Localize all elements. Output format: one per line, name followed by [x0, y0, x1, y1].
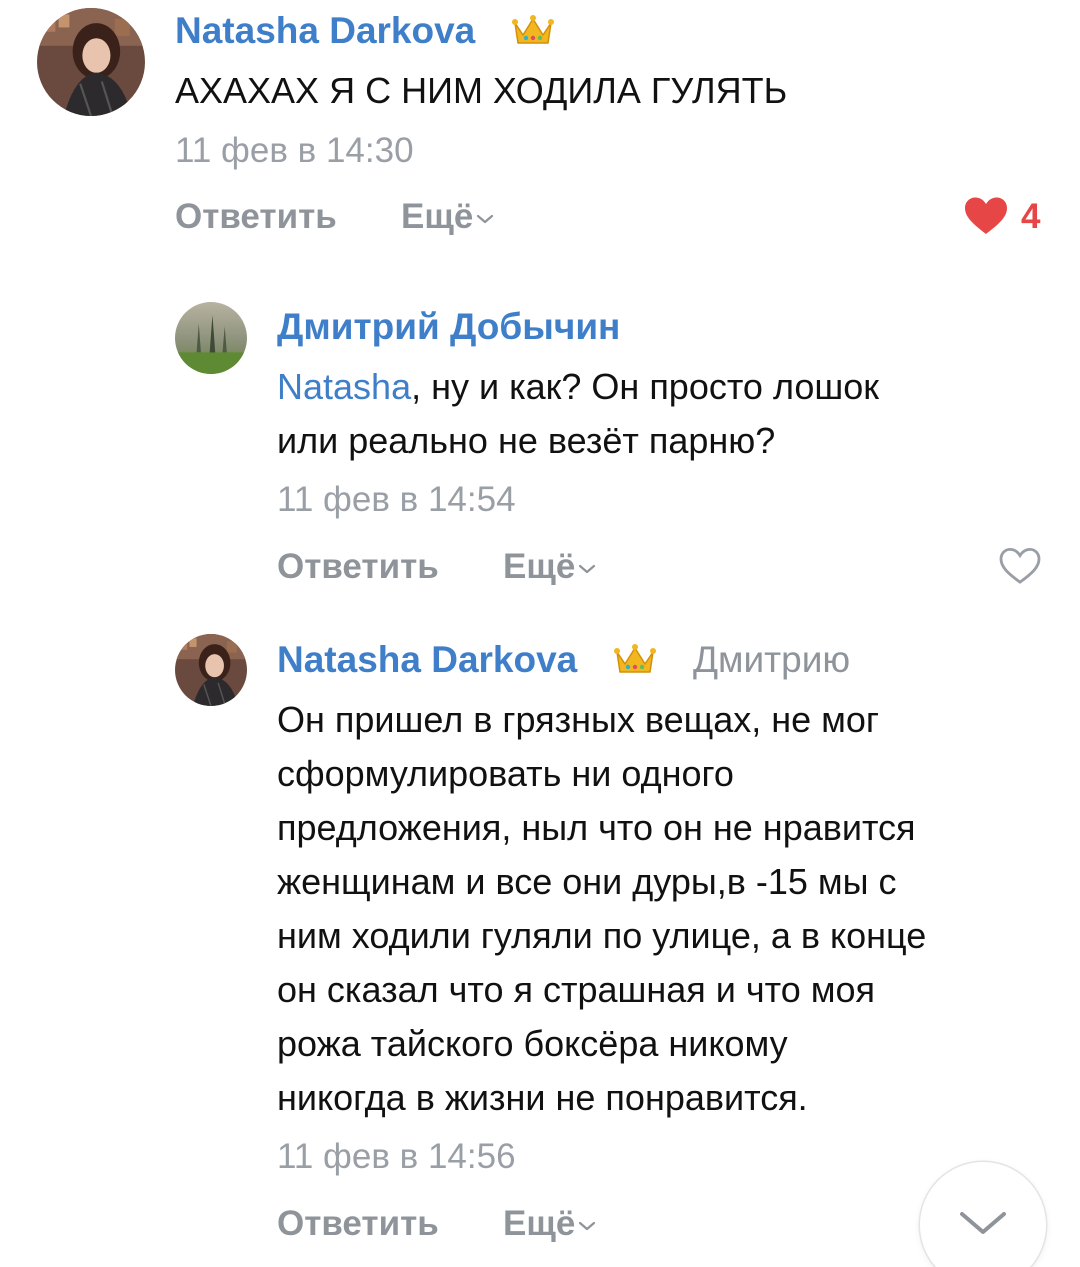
- more-button[interactable]: Ещё: [503, 1202, 596, 1246]
- reply-button[interactable]: Ответить: [175, 195, 337, 239]
- comment-text: АХАХАХ Я С НИМ ХОДИЛА ГУЛЯТЬ: [175, 64, 787, 118]
- comment-text-line: никогда в жизни не понравится.: [277, 1077, 808, 1118]
- comment-text-line: ним ходили гуляли по улице, а в конце: [277, 915, 927, 956]
- comment-text-line: предложения, ныл что он не нравится: [277, 807, 916, 848]
- comment-text-line: Natasha, ну и как? Он просто лошок: [277, 360, 879, 414]
- reply-button[interactable]: Ответить: [277, 545, 439, 589]
- comment-text-line: он сказал что я страшная и что моя: [277, 969, 876, 1010]
- crown-icon: [512, 13, 554, 52]
- comment-text-line: АХАХАХ Я С НИМ ХОДИЛА ГУЛЯТЬ: [175, 70, 788, 111]
- comments-thread: Natasha Darkova АХАХАХ Я С НИМ ХОДИЛА ГУ…: [0, 0, 1080, 1267]
- avatar-photo: [175, 634, 247, 706]
- comment-text: Natasha, ну и как? Он просто лошок или р…: [277, 360, 879, 468]
- heart-filled-icon: [965, 197, 1007, 234]
- more-button[interactable]: Ещё: [401, 195, 494, 239]
- comment-text-line: сформулировать ни одного: [277, 753, 734, 794]
- more-button[interactable]: Ещё: [503, 545, 596, 589]
- avatar-photo: [37, 8, 145, 116]
- author-name[interactable]: Natasha Darkova: [277, 638, 577, 682]
- heart-outline-icon: [999, 547, 1041, 584]
- more-button-label: Ещё: [503, 1204, 576, 1243]
- comment-date: 11 фев в 14:56: [277, 1137, 516, 1176]
- scroll-down-button[interactable]: [920, 1162, 1046, 1267]
- crown-icon: [614, 642, 656, 681]
- like-button[interactable]: [998, 547, 1042, 590]
- comment-text-line: Он пришел в грязных вещах, не мог: [277, 699, 880, 740]
- like-count: 4: [1021, 197, 1041, 236]
- comment-text-fragment: , ну и как? Он просто лошок: [411, 366, 880, 407]
- comment-text-line: или реально не везёт парню?: [277, 420, 776, 461]
- comment-text: Он пришел в грязных вещах, не мог сформу…: [277, 693, 926, 1125]
- scroll-down-icon: [960, 1212, 1006, 1234]
- comment-date: 11 фев в 14:54: [277, 480, 516, 519]
- author-name[interactable]: Natasha Darkova: [175, 9, 475, 53]
- reply-button[interactable]: Ответить: [277, 1202, 439, 1246]
- avatar[interactable]: [175, 302, 247, 374]
- more-button-label: Ещё: [401, 197, 474, 236]
- mention-link[interactable]: Natasha: [277, 366, 411, 407]
- like-button[interactable]: [963, 196, 1009, 241]
- chevron-down-icon: [477, 214, 494, 223]
- comment-text-line: женщинам и все они дуры,в -15 мы с: [277, 861, 897, 902]
- chevron-down-icon: [579, 564, 596, 573]
- avatar-photo: [175, 302, 247, 374]
- comment-text-line: рожа тайского боксёра никому: [277, 1023, 788, 1064]
- avatar[interactable]: [37, 8, 145, 116]
- comment-date: 11 фев в 14:30: [175, 131, 414, 170]
- author-name[interactable]: Дмитрий Добычин: [277, 305, 620, 349]
- avatar[interactable]: [175, 634, 247, 706]
- more-button-label: Ещё: [503, 547, 576, 586]
- reply-to-label[interactable]: Дмитрию: [693, 638, 850, 682]
- chevron-down-icon: [579, 1221, 596, 1230]
